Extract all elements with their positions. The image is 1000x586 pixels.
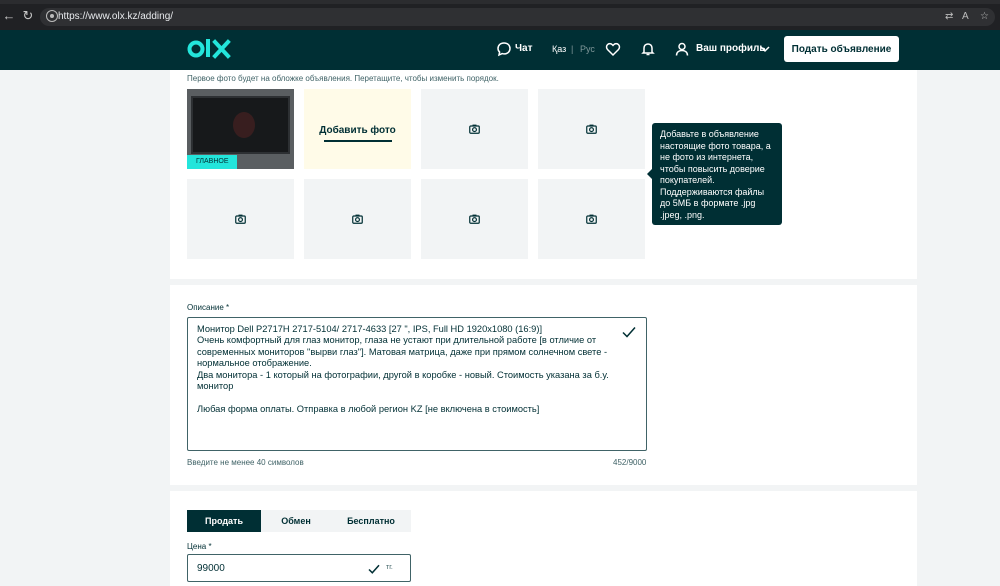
description-line: современных мониторов "вырви глаз"]. Мат… xyxy=(197,346,608,357)
description-line: монитор xyxy=(197,380,234,391)
photo-slot[interactable] xyxy=(187,179,294,259)
address-bar[interactable]: https://www.olx.kz/adding/ ⇄ A ☆ xyxy=(40,8,995,26)
photo-slot[interactable] xyxy=(304,179,411,259)
photos-section: Первое фото будет на обложке объявления.… xyxy=(170,70,917,279)
currency-label: тг. xyxy=(386,564,393,571)
photo-slot[interactable] xyxy=(421,179,528,259)
photo-slot[interactable] xyxy=(421,89,528,169)
description-line: Два монитора - 1 который на фотографии, … xyxy=(197,369,609,380)
user-icon[interactable] xyxy=(674,41,690,57)
tooltip-line: чтобы повысить доверие xyxy=(660,163,765,174)
lang-separator: | xyxy=(571,44,574,54)
add-photo-label[interactable]: Добавить фото xyxy=(304,125,411,136)
add-photo-underline xyxy=(324,140,392,142)
tab-sell[interactable]: Продать xyxy=(187,510,261,532)
bookmark-star-icon[interactable]: ☆ xyxy=(980,11,989,22)
back-arrow-icon[interactable]: ← xyxy=(2,9,16,23)
lang-ru[interactable]: Рус xyxy=(580,44,595,54)
description-line: нормальное отображение. xyxy=(197,358,312,369)
site-header: Чат Қаз | Рус Ваш профиль Подать объявле… xyxy=(0,30,1000,70)
tooltip-line: до 5МБ в формате .jpg xyxy=(660,198,756,208)
photo-slot-main[interactable]: ГЛАВНОЕ xyxy=(187,89,294,169)
tooltip-line: Добавьте в объявление xyxy=(660,129,759,139)
description-line: Монитор Dell P2717H 2717-5104/ 2717-4633… xyxy=(197,324,543,334)
tooltip-line: .jpeg, .png. xyxy=(660,209,705,220)
reader-mode-icon[interactable]: A xyxy=(962,11,969,22)
heart-icon[interactable] xyxy=(605,41,621,57)
olx-logo[interactable] xyxy=(187,37,231,61)
camera-icon xyxy=(469,124,480,134)
profile-link[interactable]: Ваш профиль xyxy=(696,43,766,54)
translate-icon[interactable]: ⇄ xyxy=(945,11,953,22)
camera-icon xyxy=(235,214,246,224)
url-text: https://www.olx.kz/adding/ xyxy=(58,11,174,22)
chevron-down-icon[interactable] xyxy=(759,43,771,55)
chat-link[interactable]: Чат xyxy=(515,43,533,54)
monitor-photo xyxy=(191,96,290,154)
tooltip-line: настоящие фото товара, а xyxy=(660,140,771,151)
description-label: Описание * xyxy=(187,303,230,312)
tooltip-line: покупателей. xyxy=(660,175,715,185)
photo-slot[interactable] xyxy=(538,179,645,259)
camera-icon xyxy=(586,124,597,134)
description-textarea[interactable]: Монитор Dell P2717H 2717-5104/ 2717-4633… xyxy=(187,317,647,451)
chat-icon[interactable] xyxy=(496,41,512,57)
site-info-icon[interactable] xyxy=(46,10,58,22)
price-label: Цена * xyxy=(187,542,212,551)
tab-exchange[interactable]: Обмен xyxy=(261,510,331,532)
description-counter: 452/9000 xyxy=(613,458,647,467)
price-section: Продать Обмен Бесплатно Цена * 99000 тг. xyxy=(170,491,917,586)
camera-icon xyxy=(586,214,597,224)
add-photo-slot[interactable]: Добавить фото xyxy=(304,89,411,169)
lang-kz[interactable]: Қаз xyxy=(552,44,566,54)
bell-icon[interactable] xyxy=(640,41,656,57)
price-type-tabs: Продать Обмен Бесплатно xyxy=(187,510,411,532)
description-line: Любая форма оплаты. Отправка в любой рег… xyxy=(197,403,540,414)
photo-slot[interactable] xyxy=(538,89,645,169)
description-section: Описание * Монитор Dell P2717H 2717-5104… xyxy=(170,285,917,485)
browser-toolbar: ← ↻ https://www.olx.kz/adding/ ⇄ A ☆ xyxy=(0,0,1000,30)
post-ad-button[interactable]: Подать объявление xyxy=(784,36,899,62)
camera-icon xyxy=(352,214,363,224)
reload-icon[interactable]: ↻ xyxy=(21,9,35,23)
checkmark-icon xyxy=(622,327,636,338)
tooltip-line: не фото из интернета, xyxy=(660,152,754,162)
photo-tips-tooltip: Добавьте в объявление настоящие фото тов… xyxy=(647,123,782,225)
photos-hint: Первое фото будет на обложке объявления.… xyxy=(187,74,499,83)
price-value: 99000 xyxy=(197,563,225,574)
camera-icon xyxy=(469,214,480,224)
description-line xyxy=(197,392,637,403)
checkmark-icon xyxy=(368,564,380,574)
price-input[interactable]: 99000 тг. xyxy=(187,554,411,582)
tab-free[interactable]: Бесплатно xyxy=(331,510,411,532)
browser-tab-strip xyxy=(0,0,1000,4)
tooltip-line: Поддерживаются файлы xyxy=(660,186,765,197)
description-min-hint: Введите не менее 40 символов xyxy=(187,458,304,467)
description-line: Очень комфортный для глаз монитор, глаза… xyxy=(197,335,597,346)
main-photo-badge: ГЛАВНОЕ xyxy=(187,155,237,169)
